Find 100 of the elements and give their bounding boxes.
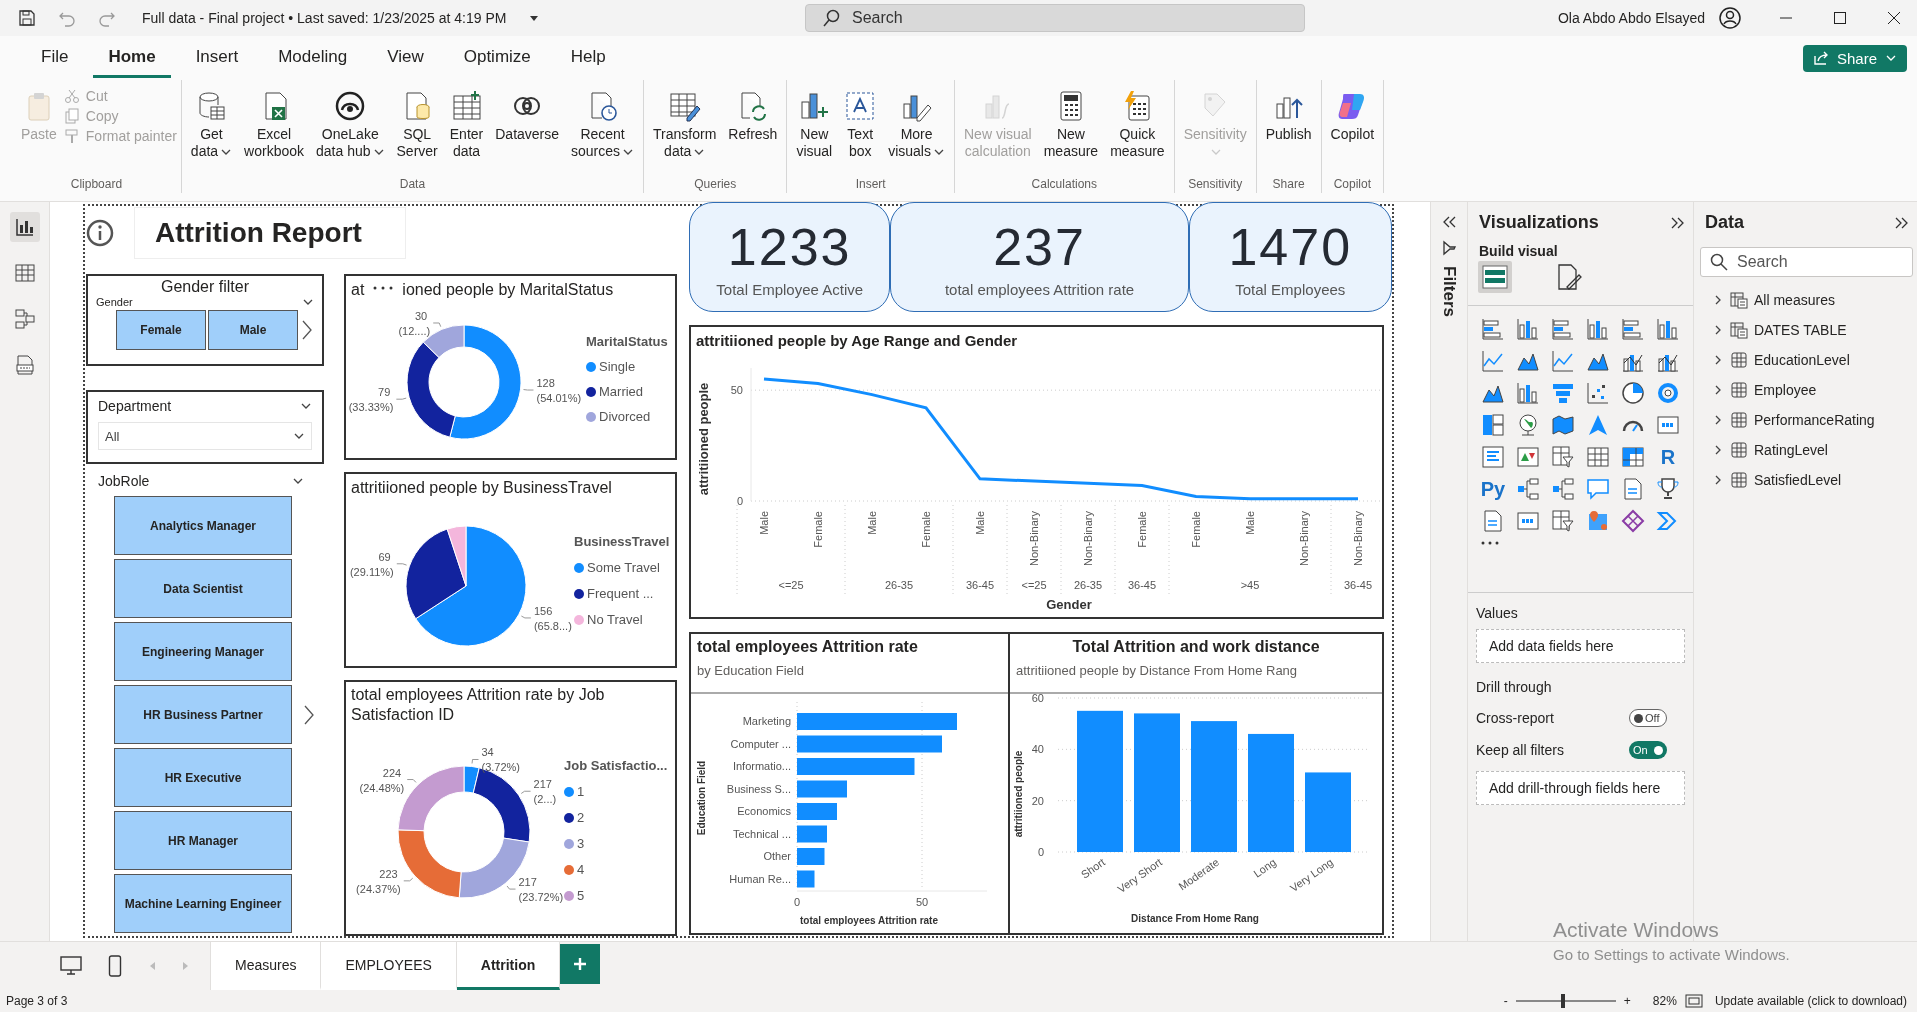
user-name[interactable]: Ola Abdo Abdo Elsayed (1557, 10, 1705, 26)
slicer-tile[interactable]: HR Business Partner (114, 685, 292, 744)
page-tab[interactable]: Measures (211, 942, 322, 990)
menu-tab[interactable]: Optimize (448, 38, 546, 78)
pie-chart-icon[interactable] (1621, 381, 1645, 405)
donut-slice[interactable] (406, 341, 456, 438)
column-chart-icon[interactable] (1656, 317, 1680, 341)
legend-label[interactable]: 5 (577, 888, 585, 903)
avatar-icon[interactable] (1719, 7, 1741, 29)
legend-label[interactable]: 2 (577, 810, 585, 825)
tree-diagram-icon[interactable] (1516, 477, 1540, 501)
document-icon[interactable] (1481, 509, 1505, 533)
ribbon-button[interactable]: Copilot (1325, 86, 1380, 177)
pie-slice[interactable] (415, 525, 527, 647)
legend-label[interactable]: Some Travel (587, 560, 660, 575)
slicer-tile[interactable]: Engineering Manager (114, 622, 292, 681)
scatter-chart-icon[interactable] (1586, 381, 1610, 405)
close-icon[interactable] (1887, 11, 1901, 25)
ribbon-button[interactable]: Dataverse (490, 86, 565, 177)
maximize-icon[interactable] (1833, 11, 1847, 25)
drop-field[interactable]: Add data fields here (1476, 629, 1685, 663)
view-tab[interactable] (9, 212, 40, 242)
trophy-icon[interactable] (1656, 477, 1680, 501)
update-link[interactable]: Update available (click to download) (1714, 994, 1907, 1008)
legend-label[interactable]: 3 (577, 836, 585, 851)
slicer-tile[interactable]: HR Executive (114, 748, 292, 807)
tree-item[interactable]: All measures (1694, 285, 1917, 315)
card-icon[interactable] (1516, 509, 1540, 533)
legend-label[interactable]: Married (599, 384, 644, 399)
legend-label[interactable]: 1 (577, 784, 585, 799)
ribbon-button[interactable]: Quick measure (1105, 86, 1170, 177)
line-chart-icon[interactable] (1551, 349, 1575, 373)
treemap-icon[interactable] (1481, 413, 1505, 437)
ribbon-button[interactable]: Enter data (444, 86, 489, 177)
phone-icon[interactable] (108, 955, 122, 977)
map-pin-icon[interactable] (1586, 509, 1610, 533)
ribbon-button[interactable]: More visuals (883, 86, 950, 177)
legend-label[interactable]: Divorced (599, 409, 651, 424)
filter-grid-icon[interactable] (1551, 445, 1575, 469)
ribbon-button[interactable]: OneLake data hub (311, 86, 390, 177)
map-icon[interactable] (1551, 413, 1575, 437)
document-title[interactable]: Full data - Final project • Last saved: 1/23/2025 at 4:19 PM (142, 10, 507, 26)
ribbon-button[interactable]: New visual (791, 86, 838, 177)
menu-tab[interactable]: Modeling (263, 38, 363, 78)
line-chart-icon[interactable] (1481, 349, 1505, 373)
tree-item[interactable]: SatisfiedLevel (1694, 465, 1917, 495)
menu-tab[interactable]: Help (555, 38, 621, 78)
slicer-tile[interactable]: Analytics Manager (114, 496, 292, 555)
collapse-icon[interactable] (1441, 214, 1457, 230)
ribbon-button[interactable]: Excel workbook (239, 86, 310, 177)
ribbon-button[interactable]: Text box (839, 86, 882, 177)
slicer-tile[interactable]: Machine Learning Engineer (114, 874, 292, 933)
save-icon[interactable] (18, 9, 36, 27)
pie-slice[interactable] (446, 525, 467, 587)
search-field[interactable]: Search (1700, 247, 1913, 277)
tree-item[interactable]: Employee (1694, 375, 1917, 405)
ribbon-button[interactable]: Get data (185, 86, 238, 177)
table-icon[interactable] (1586, 445, 1610, 469)
menu-tab[interactable]: File (26, 38, 84, 78)
pane-tab[interactable] (1478, 261, 1512, 293)
ribbon-button[interactable]: Transform data (648, 86, 722, 177)
column-chart-icon[interactable] (1516, 317, 1540, 341)
tree-item[interactable]: RatingLevel (1694, 435, 1917, 465)
ribbon-button[interactable]: Recent sources (566, 86, 640, 177)
dropdown-field[interactable]: All (98, 422, 312, 450)
text-lines-icon[interactable] (1481, 445, 1505, 469)
donut-chart-icon[interactable] (1656, 381, 1680, 405)
legend-label[interactable]: Single (599, 359, 636, 374)
matrix-icon[interactable] (1621, 445, 1645, 469)
column-chart-icon[interactable] (1586, 317, 1610, 341)
filter-grid-icon[interactable] (1551, 509, 1575, 533)
tree-item[interactable]: DATES TABLE (1694, 315, 1917, 345)
legend-label[interactable]: Frequent ... (587, 586, 654, 601)
triangles-icon[interactable] (1516, 445, 1540, 469)
desktop-icon[interactable] (60, 956, 82, 976)
menu-tab[interactable]: Home (93, 38, 171, 78)
toggle-switch[interactable]: Off (1629, 709, 1667, 727)
ribbon-button[interactable]: Refresh (723, 86, 783, 177)
pie-slice[interactable] (405, 528, 467, 620)
zoom-out-button[interactable]: - (1503, 994, 1508, 1008)
column-chart-icon[interactable] (1516, 381, 1540, 405)
arrow-icon[interactable] (1586, 413, 1610, 437)
share-button[interactable]: Share (1802, 44, 1907, 72)
more-icon[interactable] (1480, 540, 1500, 546)
page-tab[interactable]: EMPLOYEES (321, 942, 457, 990)
fit-page-icon[interactable] (1684, 994, 1703, 1008)
info-icon[interactable] (86, 218, 114, 247)
slicer-tile[interactable]: HR Manager (114, 811, 292, 870)
script-visual-icon[interactable]: R (1660, 444, 1676, 470)
horizontal-bar-chart-icon[interactable] (1481, 317, 1505, 341)
pane-title[interactable]: Filters (1439, 266, 1459, 318)
search-field[interactable]: Search (805, 4, 1305, 32)
slicer-tile[interactable]: Male (208, 310, 298, 350)
legend-label[interactable]: No Travel (587, 612, 643, 627)
speech-bubble-icon[interactable] (1586, 477, 1610, 501)
slicer-tile[interactable]: Data Scientist (114, 559, 292, 618)
page-tab[interactable]: Attrition (456, 942, 561, 990)
document-icon[interactable] (1621, 477, 1645, 501)
card-icon[interactable] (1656, 413, 1680, 437)
tree-diagram-icon[interactable] (1551, 477, 1575, 501)
